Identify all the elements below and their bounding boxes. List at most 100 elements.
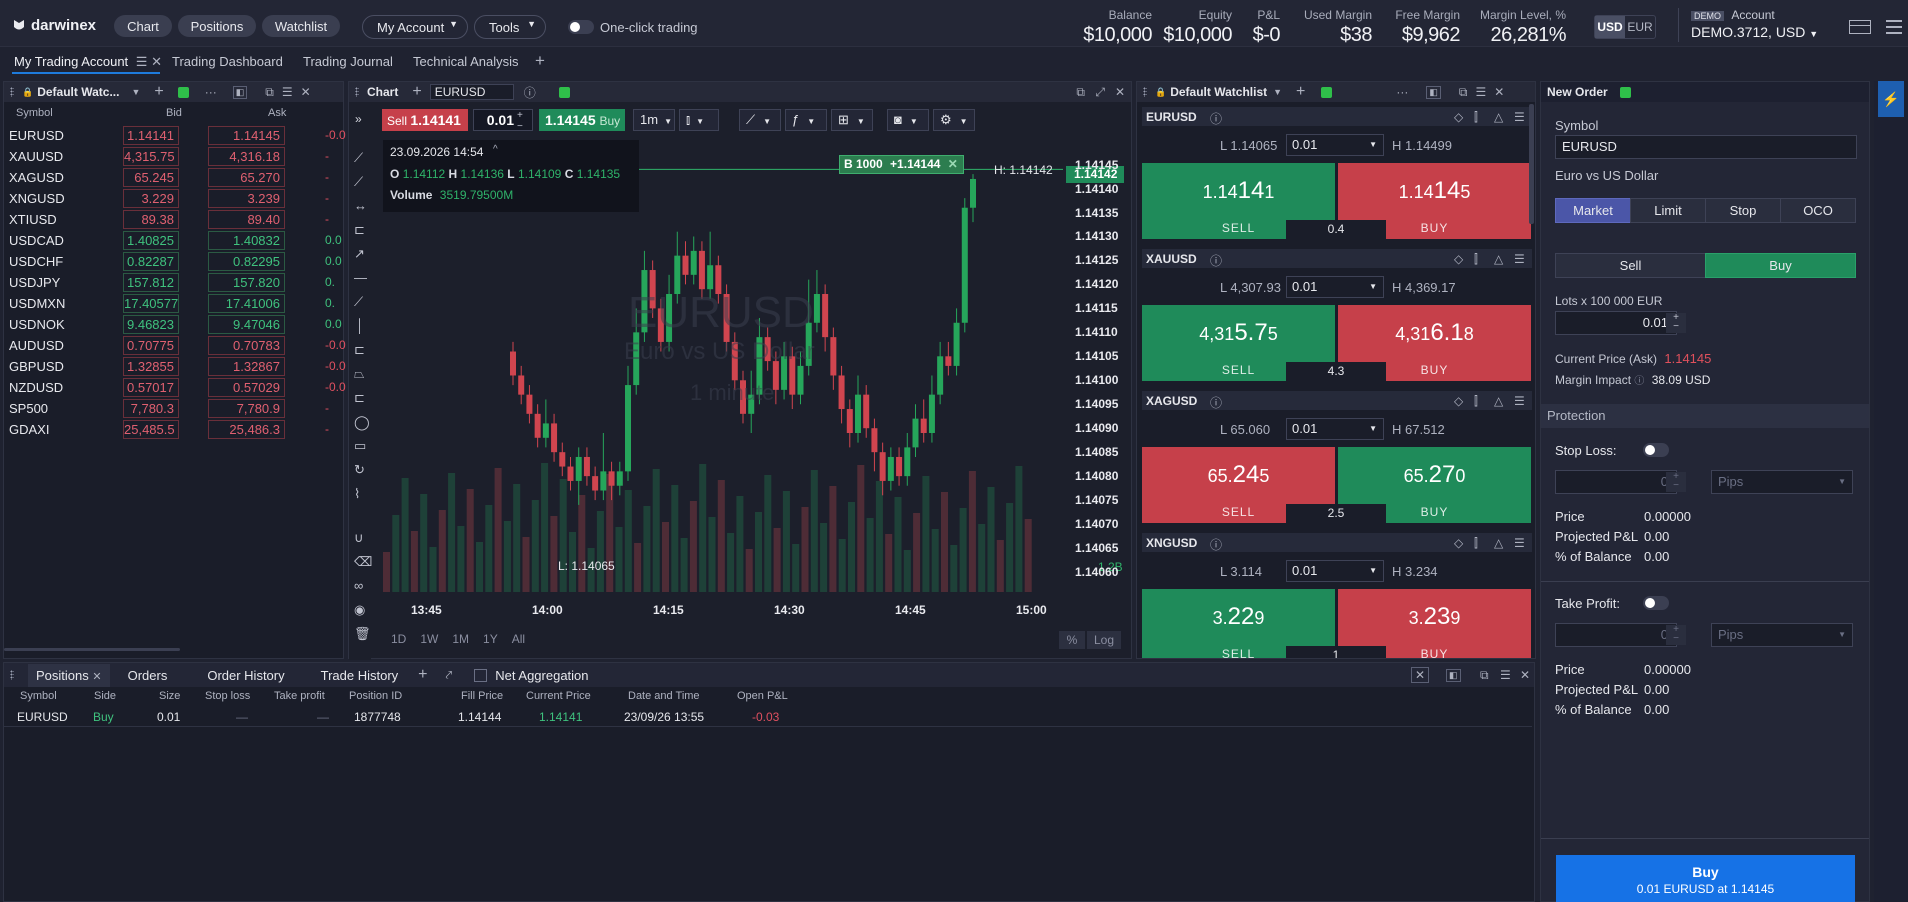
take-profit-toggle[interactable]	[1643, 596, 1669, 610]
bid-cell[interactable]: 9.46823	[123, 315, 179, 334]
close-all-icon[interactable]: ✕	[1411, 667, 1430, 683]
watchlist-row[interactable]: GDAXI 25,485.5 25,486.3 -	[3, 419, 343, 440]
ask-cell[interactable]: 1.32867	[208, 357, 285, 376]
bid-cell[interactable]: 4,315.75	[123, 147, 179, 166]
positions-column-header[interactable]: Current Price	[526, 690, 591, 702]
ask-cell[interactable]: 0.57029	[208, 378, 285, 397]
watchlist-row[interactable]: XAUUSD 4,315.75 4,316.18 -	[3, 146, 343, 167]
mini-card-symbol[interactable]: XAUUSD	[1146, 252, 1197, 266]
positions-column-header[interactable]: Side	[94, 690, 116, 702]
bid-cell[interactable]: 7,780.3	[123, 399, 179, 418]
watchlist-row[interactable]: GBPUSD 1.32855 1.32867 -0.0	[3, 356, 346, 377]
lots-stepper[interactable]: + −	[1666, 313, 1686, 333]
shield-icon[interactable]: ◇	[1454, 536, 1463, 550]
watchlist-row[interactable]: USDJPY 157.812 157.820 0.	[3, 272, 343, 293]
ask-cell[interactable]: 89.40	[208, 210, 285, 229]
watchlist-row[interactable]: SP500 7,780.3 7,780.9 -	[3, 398, 343, 419]
ask-cell[interactable]: 4,316.18	[208, 147, 285, 166]
depth-icon[interactable]: ⫿	[1474, 394, 1478, 409]
menu-icon[interactable]: ☰	[1514, 394, 1525, 408]
stop-loss-input[interactable]: 0	[1555, 470, 1677, 494]
ask-cell[interactable]: 9.47046	[208, 315, 285, 334]
mini-card-symbol[interactable]: XAGUSD	[1146, 394, 1197, 408]
ask-cell[interactable]: 25,486.3	[208, 420, 285, 439]
positions-column-header[interactable]: Size	[159, 690, 180, 702]
ask-cell[interactable]: 157.820	[208, 273, 285, 292]
symbol-input[interactable]: EURUSD	[1555, 135, 1857, 159]
bid-cell[interactable]: 25,485.5	[123, 420, 179, 439]
watchlist-row[interactable]: XTIUSD 89.38 89.40 -	[3, 209, 343, 230]
mini-card-lot-input[interactable]: 0.01 ▼	[1286, 276, 1384, 298]
stop-loss-toggle[interactable]	[1643, 443, 1669, 457]
tab-orders[interactable]: Orders	[128, 668, 168, 683]
shield-icon[interactable]: ◇	[1454, 252, 1463, 266]
lots-input[interactable]: 0.01	[1555, 311, 1677, 335]
take-profit-unit-select[interactable]: Pips ▼	[1711, 623, 1853, 647]
info-icon[interactable]: ⓘ	[1210, 252, 1222, 269]
info-icon[interactable]: ⓘ	[1634, 376, 1644, 387]
menu-icon[interactable]: ☰	[1514, 536, 1525, 550]
positions-column-header[interactable]: Open P&L	[737, 690, 788, 702]
ask-cell[interactable]: 17.41006	[208, 294, 285, 313]
ask-cell[interactable]: 1.14145	[208, 126, 285, 145]
bid-cell[interactable]: 0.82287	[123, 252, 179, 271]
ask-cell[interactable]: 65.270	[208, 168, 285, 187]
close-icon[interactable]: ✕	[92, 671, 101, 683]
depth-icon[interactable]: ⫿	[1474, 252, 1478, 267]
positions-column-header[interactable]: Date and Time	[628, 690, 700, 702]
watchlist-row[interactable]: XAGUSD 65.245 65.270 -	[3, 167, 343, 188]
order-type-market[interactable]: Market	[1555, 198, 1631, 223]
vertical-scrollbar[interactable]	[1529, 104, 1534, 224]
bid-cell[interactable]: 157.812	[123, 273, 179, 292]
ask-cell[interactable]: 3.239	[208, 189, 285, 208]
watchlist-row[interactable]: EURUSD 1.14141 1.14145 -0.0	[3, 125, 346, 146]
bid-cell[interactable]: 89.38	[123, 210, 179, 229]
mini-card-lot-input[interactable]: 0.01 ▼	[1286, 418, 1384, 440]
watchlist-row[interactable]: AUDUSD 0.70775 0.70783 -0.0	[3, 335, 346, 356]
close-icon[interactable]: ✕	[1520, 668, 1530, 682]
ask-cell[interactable]: 7,780.9	[208, 399, 285, 418]
bid-cell[interactable]: 3.229	[123, 189, 179, 208]
bid-cell[interactable]: 17.40577	[123, 294, 179, 313]
watchlist-row[interactable]: NZDUSD 0.57017 0.57029 -0.0	[3, 377, 346, 398]
depth-icon[interactable]: ⫿	[1474, 110, 1478, 125]
bid-cell[interactable]: 0.57017	[123, 378, 179, 397]
popout-icon[interactable]: ⧉	[1480, 668, 1489, 683]
bid-cell[interactable]: 65.245	[123, 168, 179, 187]
depth-icon[interactable]: ⫿	[1474, 536, 1478, 551]
bell-icon[interactable]: △	[1494, 252, 1503, 266]
mini-card-symbol[interactable]: XNGUSD	[1146, 536, 1197, 550]
take-profit-stepper[interactable]: + −	[1666, 625, 1686, 645]
order-type-oco[interactable]: OCO	[1780, 198, 1856, 223]
tab-order-history[interactable]: Order History	[207, 668, 284, 683]
mini-card-symbol[interactable]: EURUSD	[1146, 110, 1197, 124]
bell-icon[interactable]: △	[1494, 110, 1503, 124]
bell-icon[interactable]: △	[1494, 394, 1503, 408]
tab-trade-history[interactable]: Trade History	[321, 668, 399, 683]
positions-column-header[interactable]: Stop loss	[205, 690, 250, 702]
watchlist-row[interactable]: XNGUSD 3.229 3.239 -	[3, 188, 343, 209]
link-color-icon[interactable]	[1619, 86, 1631, 98]
menu-icon[interactable]: ☰	[1500, 668, 1511, 682]
link-icon[interactable]: ⤤	[446, 668, 453, 683]
positions-column-header[interactable]: Fill Price	[461, 690, 503, 702]
positions-column-header[interactable]: Position ID	[349, 690, 402, 702]
bid-cell[interactable]: 1.40825	[123, 231, 179, 250]
menu-icon[interactable]: ☰	[1514, 252, 1525, 266]
side-sell-button[interactable]: Sell	[1555, 253, 1706, 278]
watchlist-row[interactable]: USDMXN 17.40577 17.41006 0.	[3, 293, 343, 314]
ask-cell[interactable]: 0.70783	[208, 336, 285, 355]
info-icon[interactable]: ⓘ	[1210, 110, 1222, 127]
info-icon[interactable]: ⓘ	[1210, 394, 1222, 411]
order-type-limit[interactable]: Limit	[1630, 198, 1706, 223]
bell-icon[interactable]: △	[1494, 536, 1503, 550]
bid-cell[interactable]: 1.32855	[123, 357, 179, 376]
menu-icon[interactable]: ☰	[1514, 110, 1525, 124]
order-entry-toggle-icon[interactable]: ⚡	[1878, 81, 1904, 117]
stop-loss-unit-select[interactable]: Pips ▼	[1711, 470, 1853, 494]
order-type-stop[interactable]: Stop	[1705, 198, 1781, 223]
drag-handle-icon[interactable]	[10, 670, 14, 680]
sync-icon[interactable]: ◧	[1446, 668, 1461, 682]
stop-loss-stepper[interactable]: + −	[1666, 472, 1686, 492]
net-aggregation-checkbox[interactable]	[474, 668, 488, 682]
